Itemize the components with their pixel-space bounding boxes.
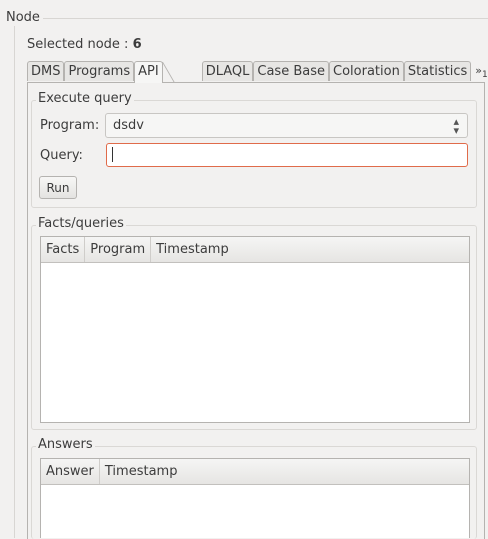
selected-node-line: Selected node : 6 bbox=[27, 37, 142, 52]
answers-title: Answers bbox=[36, 437, 95, 452]
tab-coloration[interactable]: Coloration bbox=[329, 61, 404, 81]
program-label: Program: bbox=[40, 118, 100, 133]
tab-overflow-count: 1 bbox=[481, 70, 488, 81]
tab-api[interactable]: API bbox=[134, 61, 163, 83]
facts-table-header: Facts Program Timestamp bbox=[41, 237, 469, 263]
selected-node-label: Selected node : bbox=[27, 37, 129, 52]
program-select[interactable]: dsdv ▴ ▾ bbox=[105, 113, 468, 138]
query-label: Query: bbox=[40, 148, 83, 163]
column-header-answer[interactable]: Answer bbox=[41, 459, 100, 484]
node-group-title: Node bbox=[6, 10, 40, 25]
selected-node-value: 6 bbox=[132, 37, 142, 52]
facts-table[interactable]: Facts Program Timestamp bbox=[40, 236, 470, 423]
text-cursor bbox=[112, 147, 113, 162]
run-button[interactable]: Run bbox=[39, 176, 77, 199]
tab-api-edge bbox=[163, 61, 202, 80]
execute-query-title: Execute query bbox=[36, 91, 134, 106]
tab-bar: DMS Programs API DLAQL Case Base Colorat… bbox=[27, 61, 488, 83]
node-group-frame-left bbox=[14, 26, 15, 538]
tab-dlaql[interactable]: DLAQL bbox=[201, 61, 254, 81]
tab-dms[interactable]: DMS bbox=[27, 61, 65, 81]
tab-statistics[interactable]: Statistics bbox=[403, 61, 472, 81]
updown-arrows-icon: ▴ ▾ bbox=[453, 115, 459, 137]
column-header-timestamp[interactable]: Timestamp bbox=[151, 237, 469, 262]
facts-queries-title: Facts/queries bbox=[36, 216, 126, 231]
answers-table[interactable]: Answer Timestamp bbox=[40, 458, 470, 538]
node-group-frame bbox=[43, 18, 488, 19]
column-header-program[interactable]: Program bbox=[85, 237, 152, 262]
column-header-answer-timestamp[interactable]: Timestamp bbox=[100, 459, 469, 484]
tab-overflow-button[interactable]: »1 bbox=[471, 61, 488, 80]
answers-table-header: Answer Timestamp bbox=[41, 459, 469, 485]
tab-case-base[interactable]: Case Base bbox=[253, 61, 329, 81]
query-input[interactable] bbox=[106, 143, 468, 167]
program-select-value: dsdv bbox=[113, 118, 144, 133]
column-header-facts[interactable]: Facts bbox=[41, 237, 86, 262]
tab-programs[interactable]: Programs bbox=[64, 61, 135, 81]
chevron-double-right-icon: » bbox=[475, 64, 482, 77]
